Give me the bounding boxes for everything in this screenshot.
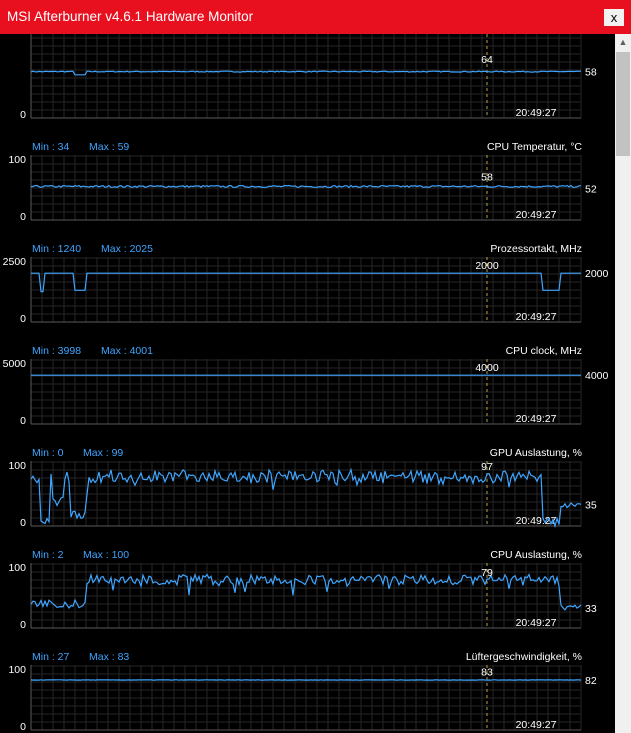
current-value: 2000 — [585, 268, 609, 280]
y-min-label: 0 — [20, 619, 26, 631]
graph-name: Lüftergeschwindigkeit, % — [466, 651, 582, 663]
graph-min-label: Min : 1240 — [32, 243, 81, 255]
scroll-up-arrow-icon[interactable]: ▲ — [615, 34, 631, 50]
title-bar: MSI Afterburner v4.6.1 Hardware Monitor … — [0, 0, 631, 34]
current-value: 58 — [585, 67, 597, 79]
y-min-label: 0 — [20, 721, 26, 733]
graph-name: Prozessortakt, MHz — [490, 243, 582, 255]
graph-min-label: Min : 3998 — [32, 345, 81, 357]
graph-name: CPU Temperatur, °C — [487, 141, 582, 153]
graph-name: CPU Auslastung, % — [490, 549, 582, 561]
graph-max-label: Max : 2025 — [101, 243, 153, 255]
y-max-label: 100 — [8, 154, 26, 166]
current-value: 33 — [585, 603, 597, 615]
graph-name: GPU Auslastung, % — [490, 447, 582, 459]
time-label: 20:49:27 — [516, 209, 557, 221]
y-min-label: 0 — [20, 313, 26, 325]
time-label: 20:49:27 — [516, 617, 557, 629]
cursor-value: 79 — [481, 567, 493, 579]
close-icon: x — [610, 10, 618, 25]
graph-max-label: Max : 83 — [89, 651, 129, 663]
graph-max-label: Max : 4001 — [101, 345, 153, 357]
graph-min-label: Min : 27 — [32, 651, 70, 663]
time-label: 20:49:27 — [516, 413, 557, 425]
y-max-label: 100 — [8, 460, 26, 472]
graph-max-label: Max : 59 — [89, 141, 129, 153]
time-label: 20:49:27 — [516, 719, 557, 731]
y-min-label: 0 — [20, 211, 26, 223]
y-max-label: 2500 — [3, 256, 27, 268]
graph-min-label: Min : 34 — [32, 141, 70, 153]
y-max-label: 100 — [8, 664, 26, 676]
current-value: 4000 — [585, 370, 609, 382]
y-max-label: 5000 — [3, 358, 27, 370]
cursor-value: 64 — [481, 54, 493, 66]
y-min-label: 0 — [20, 517, 26, 529]
cursor-value: 58 — [481, 172, 493, 184]
graph-name: CPU clock, MHz — [506, 345, 582, 357]
cursor-value: 83 — [481, 666, 493, 678]
graph-min-label: Min : 2 — [32, 549, 64, 561]
current-value: 52 — [585, 183, 597, 195]
cursor-value: 4000 — [475, 362, 499, 374]
y-max-label: 100 — [8, 562, 26, 574]
y-min-label: 0 — [20, 415, 26, 427]
monitor-graphs: 0 20:49:27 64 58 Min : 34 Max : 59 CPU Tempera… — [3, 34, 609, 733]
cursor-value: 97 — [481, 461, 493, 473]
graph-max-label: Max : 100 — [83, 549, 129, 561]
time-label: 20:49:27 — [516, 107, 557, 119]
y-min-label: 0 — [20, 109, 26, 121]
current-value: 82 — [585, 675, 597, 687]
cursor-value: 2000 — [475, 260, 499, 272]
window-title: MSI Afterburner v4.6.1 Hardware Monitor — [7, 9, 254, 24]
current-value: 35 — [585, 500, 597, 512]
graph-min-label: Min : 0 — [32, 447, 64, 459]
vertical-scrollbar[interactable]: ▲ — [615, 34, 631, 733]
time-label: 20:49:27 — [516, 311, 557, 323]
close-button[interactable]: x — [604, 9, 624, 26]
graph-max-label: Max : 99 — [83, 447, 123, 459]
scrollbar-thumb[interactable] — [616, 52, 630, 156]
